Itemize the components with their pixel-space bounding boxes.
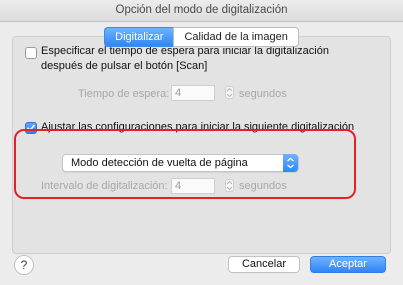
stepper-arrows-icon [226, 180, 233, 191]
cancel-button[interactable]: Cancelar [228, 256, 300, 273]
wait-time-unit: segundos [239, 88, 287, 100]
help-button[interactable]: ? [14, 255, 34, 275]
mode-select-value: Modo detección de vuelta de página [71, 157, 248, 169]
checkmark-icon [27, 124, 35, 132]
interval-field-label: Intervalo de digitalización: [41, 180, 168, 192]
wait-time-checkbox[interactable] [25, 47, 37, 59]
wait-time-label-line2: después de pulsar el botón [Scan] [41, 60, 208, 72]
interval-input[interactable]: 4 [171, 178, 215, 194]
dialog-body: Digitalizar Calidad de la imagen Especifi… [0, 22, 403, 285]
window-title: Opción del modo de digitalización [115, 4, 288, 16]
tab-digitalizar[interactable]: Digitalizar [104, 27, 174, 47]
updown-chevron-icon [287, 157, 294, 169]
wait-time-field-label: Tiempo de espera: [78, 88, 170, 100]
stepper-arrows-icon [226, 87, 233, 98]
accept-button[interactable]: Aceptar [310, 256, 386, 273]
interval-stepper[interactable] [225, 179, 234, 192]
wait-time-input[interactable]: 4 [171, 85, 215, 101]
adjust-settings-checkbox[interactable] [25, 122, 37, 134]
mode-select[interactable]: Modo detección de vuelta de página [62, 154, 299, 172]
interval-unit: segundos [239, 180, 287, 192]
select-arrow [283, 154, 298, 172]
tab-calidad-imagen[interactable]: Calidad de la imagen [173, 27, 299, 47]
adjust-settings-label: Ajustar las configuraciones para iniciar… [41, 121, 355, 133]
wait-time-stepper[interactable] [225, 86, 234, 99]
tab-bar: Digitalizar Calidad de la imagen [0, 27, 403, 47]
title-bar: Opción del modo de digitalización [0, 0, 403, 22]
